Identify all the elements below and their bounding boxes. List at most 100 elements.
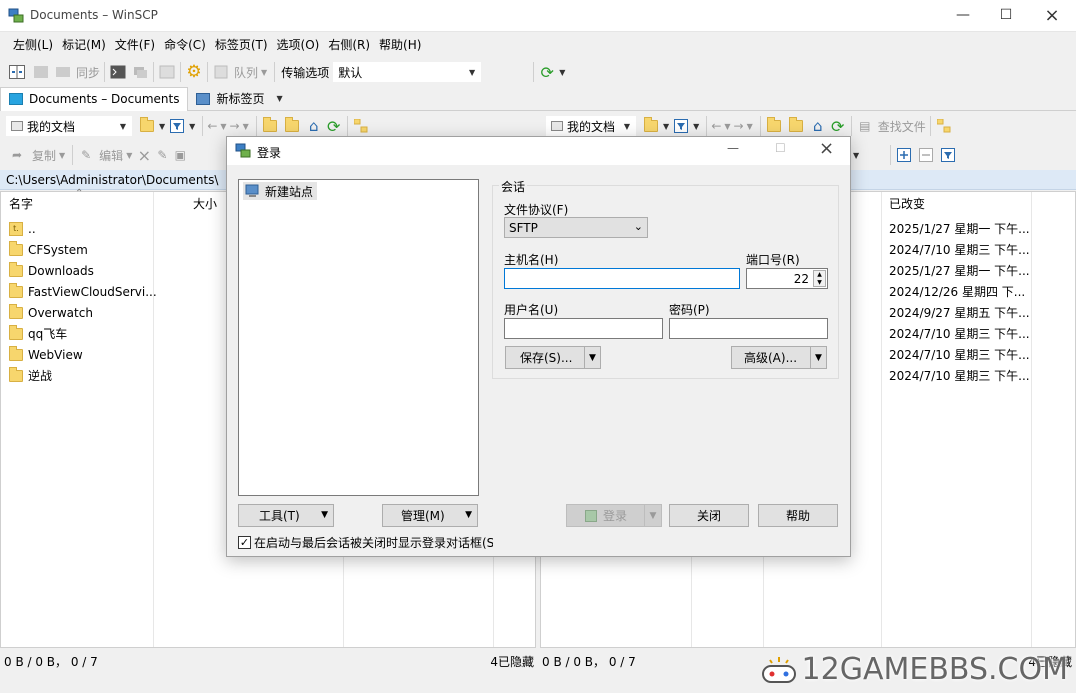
list-item[interactable]: 2024/7/10 星期三 下午... — [889, 365, 1030, 386]
chevron-down-icon[interactable]: ▼ — [584, 347, 600, 368]
compare-dirs-icon[interactable] — [8, 63, 26, 81]
list-item[interactable]: 2024/12/26 星期四 下... — [889, 281, 1025, 302]
remove-icon[interactable] — [917, 146, 935, 164]
rename-icon[interactable]: ✎ — [153, 146, 171, 164]
column-changed-header[interactable]: 已改变 — [889, 192, 925, 214]
list-item[interactable]: Overwatch — [9, 302, 93, 323]
synchronize-button[interactable]: 同步 — [76, 64, 100, 81]
find-files-button[interactable]: 查找文件 — [878, 118, 926, 135]
list-item[interactable]: Downloads — [9, 260, 94, 281]
list-item[interactable]: t... — [9, 218, 36, 239]
filter-icon[interactable] — [939, 146, 957, 164]
find-icon[interactable] — [158, 63, 176, 81]
queue-icon[interactable] — [212, 63, 230, 81]
root-dir-icon[interactable] — [787, 117, 805, 135]
menu-options[interactable]: 选项(O) — [274, 36, 323, 53]
right-location-select[interactable]: 我的文档 ▼ — [546, 116, 636, 136]
parent-dir-icon[interactable] — [765, 117, 783, 135]
menu-file[interactable]: 文件(F) — [112, 36, 158, 53]
tab-new[interactable]: 新标签页 ▼ — [188, 87, 293, 111]
list-item[interactable]: qq飞车 — [9, 323, 67, 344]
minimize-button[interactable]: — — [940, 0, 986, 30]
site-tree[interactable]: 新建站点 — [238, 179, 479, 496]
list-item[interactable]: 2024/7/10 星期三 下午... — [889, 344, 1030, 365]
list-item[interactable]: 2024/7/10 星期三 下午... — [889, 239, 1030, 260]
refresh-sync-icon[interactable]: ⟳ — [538, 63, 556, 82]
close-window-button[interactable]: × — [1029, 0, 1075, 30]
home-icon[interactable]: ⌂ — [809, 117, 827, 135]
queue-button[interactable]: 队列 — [234, 64, 258, 81]
edit-button[interactable]: 编辑 — [99, 147, 123, 164]
dialog-close-icon[interactable]: × — [819, 138, 834, 159]
tools-button[interactable]: 工具(T) ▼ — [238, 504, 334, 527]
filter-icon[interactable] — [672, 117, 690, 135]
preferences-gear-icon[interactable]: ⚙ — [185, 62, 203, 82]
protocol-select[interactable]: SFTP ⌄ — [504, 217, 648, 238]
copy-button[interactable]: 复制 — [32, 147, 56, 164]
tab-documents[interactable]: Documents – Documents — [0, 86, 189, 111]
back-arrow-icon[interactable]: ← — [207, 119, 217, 133]
menu-tabs[interactable]: 标签页(T) — [212, 36, 271, 53]
list-item[interactable]: 2025/1/27 星期一 下午... — [889, 260, 1030, 281]
tree-icon[interactable] — [352, 117, 370, 135]
dialog-maximize-button[interactable]: ☐ — [775, 141, 786, 155]
forward-arrow-icon[interactable]: → — [230, 119, 240, 133]
list-item[interactable]: 逆战 — [9, 365, 52, 386]
list-item[interactable]: 2024/9/27 星期五 下午... — [889, 302, 1030, 323]
open-folder-icon[interactable] — [642, 117, 660, 135]
tree-icon[interactable] — [935, 117, 953, 135]
chevron-down-icon[interactable]: ▼ — [810, 347, 826, 368]
putty-icon[interactable] — [131, 63, 149, 81]
host-input[interactable] — [504, 268, 740, 289]
list-item[interactable]: WebView — [9, 344, 83, 365]
back-arrow-icon[interactable]: ← — [711, 119, 721, 133]
sync-browsing-icon[interactable] — [32, 63, 50, 81]
find-files-icon[interactable]: ▤ — [856, 117, 874, 135]
menu-right[interactable]: 右侧(R) — [325, 36, 373, 53]
delete-icon[interactable]: × — [135, 146, 153, 165]
maximize-button[interactable]: ☐ — [983, 0, 1029, 30]
open-folder-icon[interactable] — [138, 117, 156, 135]
list-item[interactable]: 2025/1/27 星期一 下午... — [889, 218, 1030, 239]
help-button[interactable]: 帮助 — [758, 504, 838, 527]
refresh-icon[interactable]: ⟳ — [829, 117, 847, 136]
list-item[interactable]: 2024/7/10 星期三 下午... — [889, 323, 1030, 344]
site-item-new[interactable]: 新建站点 — [243, 182, 318, 200]
root-dir-icon[interactable] — [283, 117, 301, 135]
show-on-startup-checkbox[interactable]: ✓ — [238, 535, 251, 549]
advanced-button[interactable]: 高级(A)... ▼ — [731, 346, 827, 369]
menu-commands[interactable]: 命令(C) — [161, 36, 209, 53]
username-input[interactable] — [504, 318, 663, 339]
column-name-header[interactable]: 名字 — [9, 192, 33, 214]
menu-left[interactable]: 左侧(L) — [10, 36, 56, 53]
show-on-startup-option[interactable]: ✓ 在启动与最后会话被关闭时显示登录对话框(S — [238, 533, 493, 551]
menu-help[interactable]: 帮助(H) — [376, 36, 424, 53]
menu-mark[interactable]: 标记(M) — [59, 36, 109, 53]
list-item[interactable]: CFSystem — [9, 239, 88, 260]
home-icon[interactable]: ⌂ — [305, 117, 323, 135]
properties-icon[interactable]: ▣ — [171, 146, 189, 164]
forward-arrow-icon[interactable]: → — [734, 119, 744, 133]
port-spinner[interactable]: ▲ ▼ — [813, 270, 826, 287]
port-input[interactable]: 22 ▲ ▼ — [746, 268, 828, 289]
dialog-minimize-button[interactable]: — — [727, 141, 739, 155]
list-item[interactable]: FastViewCloudServi... — [9, 281, 157, 302]
close-button[interactable]: 关闭 — [669, 504, 749, 527]
manage-button[interactable]: 管理(M) ▼ — [382, 504, 478, 527]
transfer-preset-select[interactable]: 默认 ▼ — [333, 62, 482, 82]
left-location-select[interactable]: 我的文档 ▼ — [6, 116, 132, 136]
edit-icon[interactable]: ✎ — [77, 146, 95, 164]
column-size-header[interactable]: 大小 — [193, 192, 217, 214]
chevron-down-icon[interactable]: ▼ — [276, 94, 282, 103]
synchronize-icon[interactable] — [54, 63, 72, 81]
parent-dir-icon[interactable] — [261, 117, 279, 135]
password-input[interactable] — [669, 318, 828, 339]
filter-icon[interactable] — [168, 117, 186, 135]
save-button[interactable]: 保存(S)... ▼ — [505, 346, 601, 369]
login-button[interactable]: 登录 ▼ — [566, 504, 662, 527]
copy-icon[interactable]: ➦ — [8, 146, 26, 164]
console-icon[interactable] — [109, 63, 127, 81]
refresh-icon[interactable]: ⟳ — [325, 117, 343, 136]
chevron-down-icon[interactable]: ▼ — [644, 505, 661, 526]
add-icon[interactable] — [895, 146, 913, 164]
